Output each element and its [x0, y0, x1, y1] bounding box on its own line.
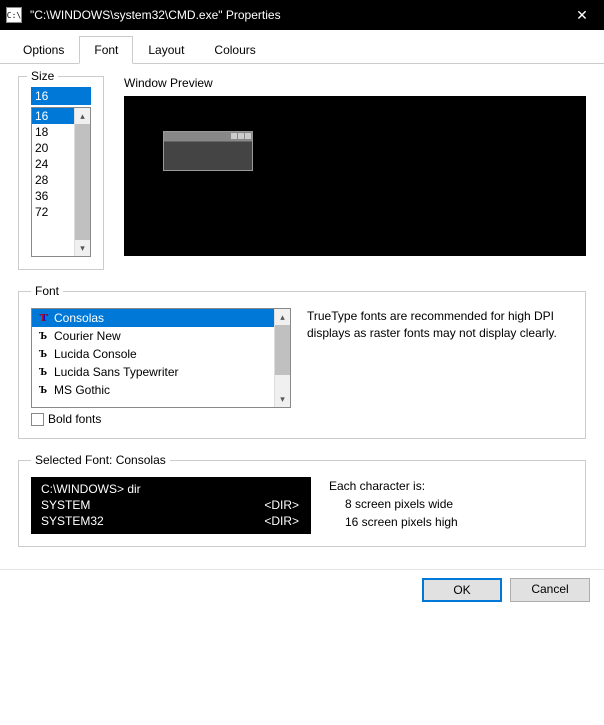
- ok-button[interactable]: OK: [422, 578, 502, 602]
- font-name: Courier New: [54, 329, 121, 343]
- size-option[interactable]: 36: [32, 188, 74, 204]
- titlebar: C:\ "C:\WINDOWS\system32\CMD.exe" Proper…: [0, 0, 604, 30]
- size-input[interactable]: [31, 87, 91, 105]
- preview-btn-icon: [238, 133, 244, 139]
- preview-window-titlebar: [164, 132, 252, 142]
- bold-fonts-label: Bold fonts: [48, 412, 101, 426]
- size-option[interactable]: 20: [32, 140, 74, 156]
- font-listbox[interactable]: T Consolas Ъ Courier New Ъ Lucida Console Ъ…: [31, 308, 291, 408]
- selected-font-legend: Selected Font: Consolas: [31, 453, 170, 467]
- font-name: Lucida Sans Typewriter: [54, 365, 179, 379]
- cmd-icon: C:\: [6, 7, 22, 23]
- cancel-button[interactable]: Cancel: [510, 578, 590, 602]
- tab-layout[interactable]: Layout: [133, 36, 199, 64]
- scroll-down-icon[interactable]: ▾: [275, 391, 290, 407]
- font-group: Font T Consolas Ъ Courier New Ъ Lucida Cons…: [18, 284, 586, 439]
- size-legend: Size: [27, 69, 58, 83]
- scroll-up-icon[interactable]: ▴: [275, 309, 290, 325]
- close-button[interactable]: ✕: [560, 0, 604, 30]
- size-listbox[interactable]: 16 18 20 24 28 36 72 ▴ ▾: [31, 107, 91, 257]
- tab-colours[interactable]: Colours: [199, 36, 270, 64]
- preview-canvas: [124, 96, 586, 256]
- scroll-up-icon[interactable]: ▴: [75, 108, 90, 124]
- window-title: "C:\WINDOWS\system32\CMD.exe" Properties: [30, 8, 560, 22]
- char-info-header: Each character is:: [329, 477, 458, 495]
- font-option[interactable]: Ъ Lucida Console: [32, 345, 274, 363]
- truetype-icon: Ъ: [36, 348, 50, 360]
- preview-group: Window Preview: [124, 76, 586, 270]
- size-group: Size 16 18 20 24 28 36 72 ▴ ▾: [18, 76, 104, 270]
- preview-window: [163, 131, 253, 171]
- size-option[interactable]: 24: [32, 156, 74, 172]
- tab-options[interactable]: Options: [8, 36, 79, 64]
- scroll-thumb[interactable]: [75, 124, 90, 240]
- size-option[interactable]: 72: [32, 204, 74, 220]
- scroll-thumb[interactable]: [275, 325, 290, 375]
- char-info: Each character is: 8 screen pixels wide …: [329, 477, 458, 531]
- char-info-wide: 8 screen pixels wide: [329, 495, 458, 513]
- font-hint: TrueType fonts are recommended for high …: [307, 308, 573, 426]
- char-info-high: 16 screen pixels high: [329, 513, 458, 531]
- scroll-down-icon[interactable]: ▾: [75, 240, 90, 256]
- truetype-icon: Ъ: [36, 330, 50, 342]
- size-option[interactable]: 28: [32, 172, 74, 188]
- selected-font-group: Selected Font: Consolas C:\WINDOWS> dir …: [18, 453, 586, 547]
- checkbox-icon[interactable]: [31, 413, 44, 426]
- size-option[interactable]: 16: [32, 108, 74, 124]
- font-name: Consolas: [54, 311, 104, 325]
- truetype-icon: T: [36, 312, 50, 324]
- size-scrollbar[interactable]: ▴ ▾: [74, 108, 90, 256]
- tab-font[interactable]: Font: [79, 36, 133, 64]
- font-option[interactable]: Ъ MS Gothic: [32, 381, 274, 399]
- tab-content: Size 16 18 20 24 28 36 72 ▴ ▾: [0, 64, 604, 565]
- font-option[interactable]: Ъ Lucida Sans Typewriter: [32, 363, 274, 381]
- font-legend: Font: [31, 284, 63, 298]
- bold-fonts-checkbox[interactable]: Bold fonts: [31, 412, 291, 426]
- sample-line: SYSTEM<DIR>: [41, 497, 301, 513]
- truetype-icon: Ъ: [36, 366, 50, 378]
- font-option[interactable]: Ъ Courier New: [32, 327, 274, 345]
- font-sample: C:\WINDOWS> dir SYSTEM<DIR> SYSTEM32<DIR…: [31, 477, 311, 534]
- size-option[interactable]: 18: [32, 124, 74, 140]
- tab-strip: Options Font Layout Colours: [0, 30, 604, 64]
- sample-line: SYSTEM32<DIR>: [41, 513, 301, 529]
- preview-label: Window Preview: [124, 76, 586, 90]
- font-option[interactable]: T Consolas: [32, 309, 274, 327]
- sample-line: C:\WINDOWS> dir: [41, 481, 301, 497]
- font-name: Lucida Console: [54, 347, 137, 361]
- truetype-icon: Ъ: [36, 384, 50, 396]
- font-name: MS Gothic: [54, 383, 110, 397]
- preview-btn-icon: [245, 133, 251, 139]
- preview-btn-icon: [231, 133, 237, 139]
- font-scrollbar[interactable]: ▴ ▾: [274, 309, 290, 407]
- dialog-buttons: OK Cancel: [0, 569, 604, 616]
